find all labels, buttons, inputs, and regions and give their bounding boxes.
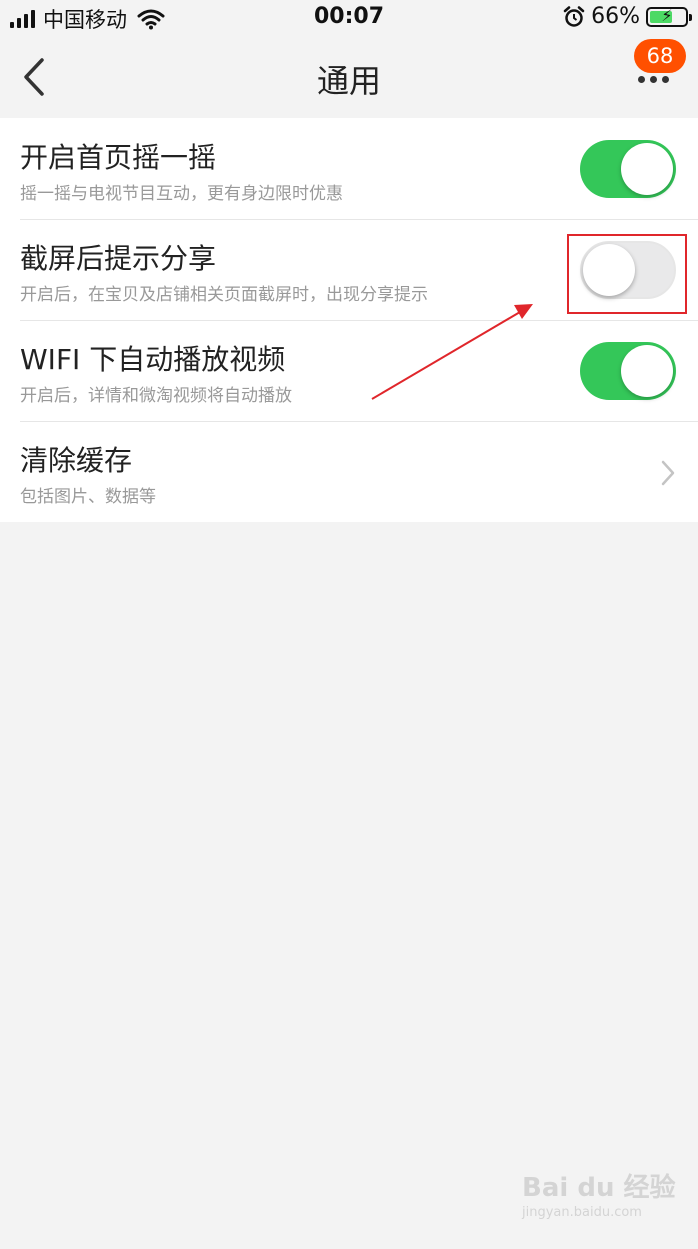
toggle-knob xyxy=(621,345,673,397)
setting-subtitle: 开启后，详情和微淘视频将自动播放 xyxy=(20,386,292,406)
battery-percent: 66% xyxy=(591,4,640,29)
nav-bar: 通用 68 xyxy=(0,36,698,118)
watermark-url: jingyan.baidu.com xyxy=(522,1205,642,1220)
chevron-right-icon xyxy=(661,460,675,486)
status-bar: 中国移动 00:07 66% ⚡ xyxy=(0,0,698,36)
setting-title: 截屏后提示分享 xyxy=(20,242,217,275)
battery-charging-icon: ⚡ xyxy=(646,6,692,27)
baidu-jingyan-watermark: Bai du 经验 jingyan.baidu.com xyxy=(522,1163,676,1233)
setting-subtitle: 摇一摇与电视节目互动，更有身边限时优惠 xyxy=(20,184,343,204)
wifi-autoplay-toggle[interactable] xyxy=(580,342,676,400)
setting-subtitle: 开启后，在宝贝及店铺相关页面截屏时，出现分享提示 xyxy=(20,285,428,305)
settings-page: 中国移动 00:07 66% ⚡ 通用 68 开启首页摇一摇 摇一摇与电视节目互… xyxy=(0,0,698,1249)
setting-subtitle: 包括图片、数据等 xyxy=(20,487,156,507)
notification-badge: 68 xyxy=(634,39,686,73)
setting-title: 开启首页摇一摇 xyxy=(20,141,217,174)
setting-row-wifi-autoplay[interactable]: WIFI 下自动播放视频 开启后，详情和微淘视频将自动播放 xyxy=(0,320,698,421)
status-right: 66% ⚡ xyxy=(563,4,692,29)
setting-title: 清除缓存 xyxy=(20,444,133,477)
more-dots-icon xyxy=(638,76,669,83)
toggle-knob xyxy=(621,143,673,195)
settings-list: 开启首页摇一摇 摇一摇与电视节目互动，更有身边限时优惠 截屏后提示分享 开启后，… xyxy=(0,118,698,522)
alarm-icon xyxy=(563,5,585,27)
watermark-text: Bai du 经验 xyxy=(522,1173,676,1203)
shake-toggle[interactable] xyxy=(580,140,676,198)
page-title: 通用 xyxy=(316,62,381,100)
setting-title: WIFI 下自动播放视频 xyxy=(20,343,286,376)
annotation-highlight-box xyxy=(567,234,687,314)
setting-row-clear-cache[interactable]: 清除缓存 包括图片、数据等 xyxy=(0,421,698,522)
setting-row-shake[interactable]: 开启首页摇一摇 摇一摇与电视节目互动，更有身边限时优惠 xyxy=(0,118,698,219)
